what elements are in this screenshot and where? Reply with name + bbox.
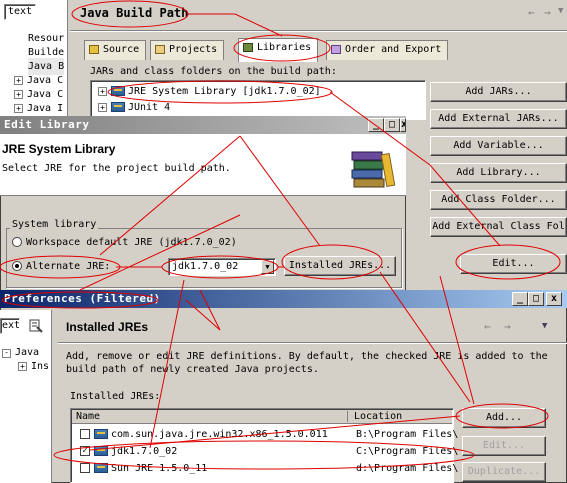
annotation-ellipse [1,291,159,309]
annotation-ellipse [71,0,189,28]
annotation-overlay [0,0,561,470]
annotation-ellipse [455,403,549,429]
annotation-arrow [239,135,321,247]
annotation-ellipse [53,440,475,470]
annotation-ellipse [107,80,333,104]
annotation-ellipse [0,255,121,279]
annotation-ellipse [161,255,279,279]
annotation-arrow [79,214,241,291]
annotation-ellipse [455,244,561,280]
annotation-arrow [99,135,241,256]
annotation-ellipse [281,244,383,280]
annotation-arrow [188,13,283,37]
annotation-ellipse [233,34,331,62]
annotation-arrow [149,279,185,449]
annotation-arrow [329,91,501,247]
annotation-arrow [439,275,475,405]
annotation-arrow [185,289,221,331]
